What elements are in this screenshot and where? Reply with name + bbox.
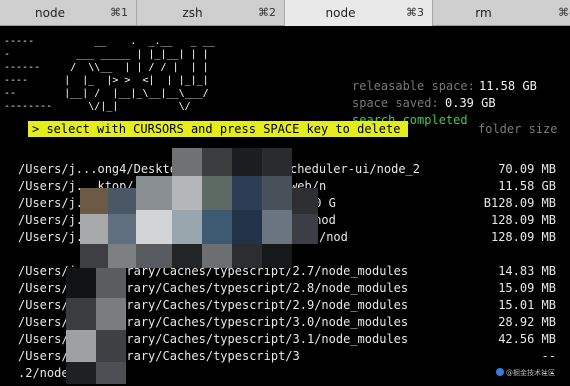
tab-label: rm <box>475 6 492 20</box>
redaction-block <box>66 362 96 384</box>
tab-rm[interactable]: rm ⌘4 <box>433 0 570 26</box>
redaction-block <box>96 268 126 298</box>
folder-size: 28.92 MB <box>498 315 556 329</box>
redaction-block <box>96 330 126 362</box>
folder-size-header: folder size <box>478 122 558 136</box>
ascii-line: -- |__| / |__|_\__|__\___/ <box>4 88 209 99</box>
folder-size: 128.09 MB <box>490 213 556 227</box>
redaction-block <box>80 244 108 268</box>
redaction-block <box>108 214 136 244</box>
redaction-block <box>292 188 318 214</box>
folder-size: B128.09 MB <box>483 196 556 210</box>
ascii-line: ---- | |_ |> > <| | |_|_| <box>4 75 209 86</box>
ascii-line: - ___ _____ | |_|__| | | <box>4 49 209 60</box>
redaction-block <box>232 148 262 176</box>
redaction-block <box>232 176 262 210</box>
tab-shortcut: ⌘4 <box>558 6 570 19</box>
space-saved-value: 0.39 GB <box>445 96 496 110</box>
folder-size: 15.01 MB <box>498 298 556 312</box>
redaction-block <box>172 210 202 244</box>
redaction-block <box>80 214 108 244</box>
redaction-block <box>66 298 96 330</box>
releasable-space-value: 11.58 GB <box>479 79 537 93</box>
watermark-logo-icon <box>496 368 504 376</box>
tab-shortcut: ⌘1 <box>110 6 128 19</box>
redaction-block <box>136 244 172 268</box>
redaction-block <box>232 210 262 244</box>
redaction-block <box>292 214 318 244</box>
redaction-block <box>202 244 232 268</box>
redaction-block <box>96 362 126 384</box>
folder-size: 11.58 GB <box>498 179 556 193</box>
folder-size: 14.83 MB <box>498 264 556 278</box>
redaction-block <box>136 210 172 244</box>
redaction-block <box>96 298 126 330</box>
redaction-block <box>172 176 202 210</box>
redaction-block <box>136 176 172 210</box>
ascii-line: ------ / \\__ | | / / | | | <box>4 62 209 73</box>
redaction-block <box>108 244 136 268</box>
redaction-block <box>172 244 202 268</box>
redaction-block <box>232 244 262 268</box>
releasable-space-label: releasable space: <box>352 79 475 93</box>
tab-label: zsh <box>182 6 203 20</box>
redaction-block <box>262 210 292 244</box>
redaction-block <box>262 244 292 268</box>
folder-size: 70.09 MB <box>498 162 556 176</box>
redaction-block <box>262 148 292 176</box>
folder-size: -- <box>541 349 556 363</box>
tab-shortcut: ⌘3 <box>406 6 424 19</box>
tab-label: node <box>325 6 356 20</box>
folder-size: 15.09 MB <box>498 281 556 295</box>
redaction-block <box>80 188 108 214</box>
redaction-block <box>202 210 232 244</box>
redaction-block <box>66 330 96 362</box>
tab-label: node <box>35 6 65 20</box>
tab-shortcut: ⌘2 <box>258 6 276 19</box>
ascii-line: ----- __ . _.__ _ __ <box>4 36 215 47</box>
redaction-block <box>108 188 136 214</box>
folder-size: 42.56 MB <box>498 332 556 346</box>
redaction-block <box>262 176 292 210</box>
space-saved-label: space saved: <box>352 96 439 110</box>
redaction-block <box>172 148 202 176</box>
folder-size: 128.09 MB <box>490 230 556 244</box>
tab-node-1[interactable]: node ⌘1 <box>0 0 137 26</box>
ascii-line: -------- \/|_| \/ <box>4 101 191 112</box>
tab-zsh[interactable]: zsh ⌘2 <box>137 0 285 26</box>
redaction-block <box>202 176 232 210</box>
watermark-text: @掘金技术社区 <box>506 369 555 377</box>
tab-bar: node ⌘1 zsh ⌘2 node ⌘3 rm ⌘4 <box>0 0 570 26</box>
tab-node-3[interactable]: node ⌘3 <box>285 0 433 26</box>
list-header-instruction: > select with CURSORS and press SPACE ke… <box>32 122 415 136</box>
redaction-block <box>66 268 96 298</box>
redaction-block <box>202 148 232 176</box>
